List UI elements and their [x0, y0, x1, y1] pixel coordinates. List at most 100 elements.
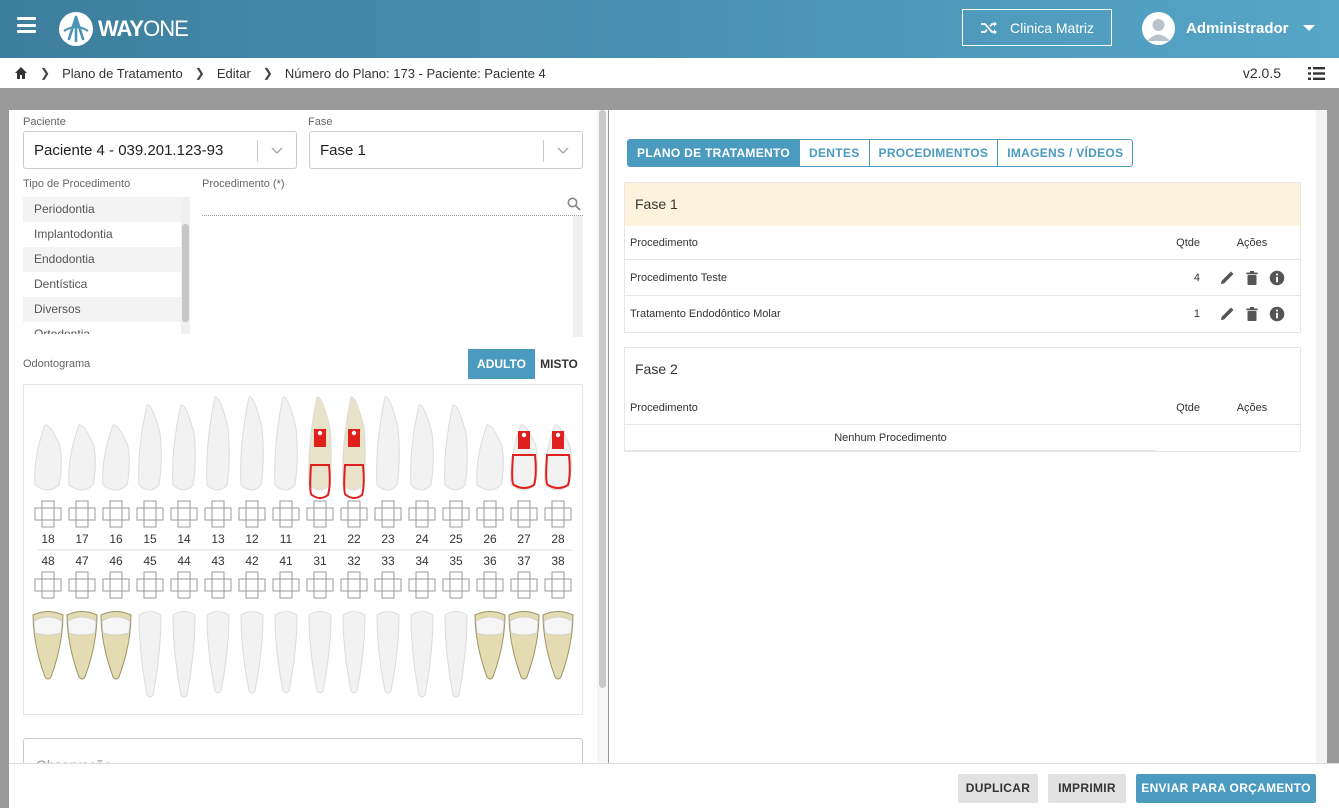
- tooth-face-selector-11[interactable]: [272, 500, 300, 528]
- tooth-face-selector-36[interactable]: [476, 571, 504, 599]
- tooth-face-selector-16[interactable]: [102, 500, 130, 528]
- chevron-right-icon: ❯: [262, 66, 273, 80]
- list-item[interactable]: Diversos: [23, 297, 181, 322]
- tooth-number: 28: [551, 532, 565, 546]
- tooth-face-selector-34[interactable]: [408, 571, 436, 599]
- toggle-adulto[interactable]: ADULTO: [468, 349, 535, 379]
- tooth-number: 17: [75, 532, 89, 546]
- tooth-number: 46: [109, 554, 123, 568]
- breadcrumb-editar[interactable]: Editar: [217, 66, 251, 81]
- top-bar: WAYONE Clinica Matriz Administrador: [0, 0, 1339, 58]
- paciente-select[interactable]: Paciente 4 - 039.201.123-93: [23, 131, 297, 169]
- tooth-face-selector-22[interactable]: [340, 500, 368, 528]
- tooth-face-selector-23[interactable]: [374, 500, 402, 528]
- marker-dot-21: [317, 430, 323, 436]
- fase-select[interactable]: Fase 1: [309, 131, 583, 169]
- tooth-face-selector-21[interactable]: [306, 500, 334, 528]
- tab-plano-tratamento[interactable]: PLANO DE TRATAMENTO: [628, 140, 801, 166]
- tooth-face-selector-12[interactable]: [238, 500, 266, 528]
- tooth-face-selector-15[interactable]: [136, 500, 164, 528]
- tooth-face-selector-17[interactable]: [68, 500, 96, 528]
- tooth-face-selector-41[interactable]: [272, 571, 300, 599]
- clinic-label: Clinica Matriz: [1009, 19, 1094, 36]
- enviar-orcamento-button[interactable]: ENVIAR PARA ORÇAMENTO: [1136, 774, 1316, 803]
- info-icon[interactable]: [1269, 306, 1285, 322]
- tooth-face-selector-24[interactable]: [408, 500, 436, 528]
- tooth-face-selector-13[interactable]: [204, 500, 232, 528]
- tooth-number: 37: [517, 554, 531, 568]
- table-header: Procedimento Qtde Ações: [625, 391, 1300, 425]
- tabs: PLANO DE TRATAMENTO DENTES PROCEDIMENTOS…: [627, 139, 1134, 167]
- info-icon[interactable]: [1269, 270, 1285, 286]
- imprimir-button[interactable]: IMPRIMIR: [1048, 774, 1126, 803]
- tooth-14: [172, 404, 196, 491]
- tooth-face-selector-45[interactable]: [136, 571, 164, 599]
- delete-icon[interactable]: [1244, 306, 1260, 322]
- search-icon[interactable]: [567, 197, 581, 211]
- tooth-face-selector-37[interactable]: [510, 571, 538, 599]
- tooth-number: 18: [41, 532, 55, 546]
- list-item[interactable]: Dentística: [23, 272, 181, 297]
- tooth-number: 32: [347, 554, 361, 568]
- tooth-face-selector-31[interactable]: [306, 571, 334, 599]
- tooth-face-selector-28[interactable]: [544, 500, 572, 528]
- tooth-24: [410, 404, 434, 491]
- tooth-number: 12: [245, 532, 259, 546]
- tooth-face-selector-38[interactable]: [544, 571, 572, 599]
- crown-47: [67, 616, 97, 636]
- procedimento-search-input[interactable]: [202, 194, 583, 216]
- tooth-face-selector-46[interactable]: [102, 571, 130, 599]
- tab-dentes[interactable]: DENTES: [800, 140, 870, 166]
- tipo-scrollbar[interactable]: [181, 197, 190, 334]
- phase-card-1: Fase 1 Procedimento Qtde Ações Procedime…: [624, 182, 1301, 333]
- tooth-face-selector-44[interactable]: [170, 571, 198, 599]
- odontogram-chart: 18 17 16 15 14 13 12 11 21 22 23 24 25 26 27 28 48 47 46 45…: [32, 396, 574, 698]
- tooth-face-selector-27[interactable]: [510, 500, 538, 528]
- delete-icon[interactable]: [1244, 270, 1260, 286]
- marker-dot-27: [521, 432, 527, 438]
- tooth-face-selector-48[interactable]: [34, 571, 62, 599]
- tooth-face-selector-47[interactable]: [68, 571, 96, 599]
- edit-icon[interactable]: [1219, 306, 1235, 322]
- tipo-list: Periodontia Implantodontia Endodontia De…: [23, 197, 181, 334]
- user-menu[interactable]: Administrador: [1142, 11, 1315, 45]
- tooth-face-selector-32[interactable]: [340, 571, 368, 599]
- tooth-face-selector-33[interactable]: [374, 571, 402, 599]
- home-icon[interactable]: [14, 66, 28, 80]
- menu-icon[interactable]: [17, 17, 36, 33]
- tooth-face-selector-25[interactable]: [442, 500, 470, 528]
- tooth-face-selector-18[interactable]: [34, 500, 62, 528]
- list-item[interactable]: Endodontia: [23, 247, 181, 272]
- chevron-down-icon: [271, 147, 283, 155]
- marker-dot-28: [555, 432, 561, 438]
- edit-icon[interactable]: [1219, 270, 1235, 286]
- list-item[interactable]: Ortodontia: [23, 322, 181, 334]
- phase-title: Fase 1: [625, 183, 1300, 226]
- list-item[interactable]: Periodontia: [23, 197, 181, 222]
- procedimento-scrollbar[interactable]: [573, 216, 583, 337]
- tooth-face-selector-26[interactable]: [476, 500, 504, 528]
- observacao-textarea[interactable]: Observação: [23, 738, 583, 765]
- tooth-face-selector-42[interactable]: [238, 571, 266, 599]
- logo[interactable]: WAYONE: [58, 11, 189, 47]
- tooth-number: 42: [245, 554, 259, 568]
- tooth-25: [444, 404, 468, 491]
- tooth-face-selector-14[interactable]: [170, 500, 198, 528]
- right-panel-scrollbar[interactable]: [1316, 110, 1327, 765]
- left-panel-scrollbar[interactable]: [597, 110, 608, 765]
- tooth-11: [274, 396, 298, 491]
- list-item[interactable]: Implantodontia: [23, 222, 181, 247]
- tooth-face-selector-43[interactable]: [204, 571, 232, 599]
- tooth-face-selector-35[interactable]: [442, 571, 470, 599]
- list-icon[interactable]: [1308, 67, 1325, 80]
- duplicar-button[interactable]: DUPLICAR: [958, 774, 1038, 803]
- tab-procedimentos[interactable]: PROCEDIMENTOS: [870, 140, 999, 166]
- tab-imagens-videos[interactable]: IMAGENS / VÍDEOS: [998, 140, 1132, 166]
- breadcrumb-current: Número do Plano: 173 - Paciente: Pacient…: [284, 65, 546, 81]
- table-row: Tratamento Endodôntico Molar 1: [625, 296, 1300, 332]
- clinic-switch-button[interactable]: Clinica Matriz: [962, 9, 1112, 46]
- marker-dot-22: [351, 430, 357, 436]
- toggle-misto[interactable]: MISTO: [535, 349, 583, 379]
- breadcrumb-plano[interactable]: Plano de Tratamento: [62, 66, 183, 81]
- empty-message: Nenhum Procedimento: [625, 425, 1156, 451]
